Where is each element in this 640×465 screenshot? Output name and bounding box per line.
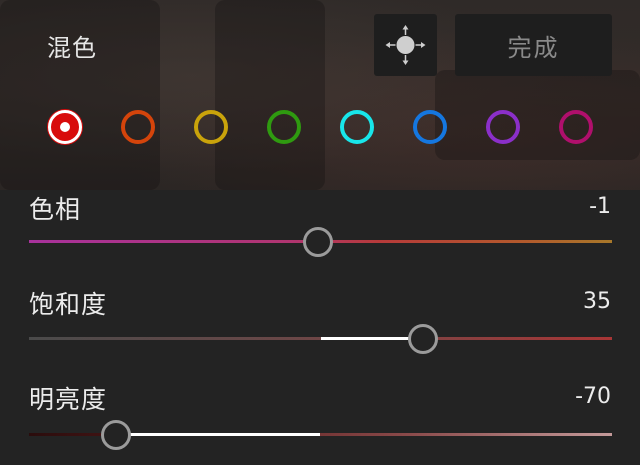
hue-label: 色相 [29, 195, 82, 224]
saturation-slider-thumb[interactable] [407, 324, 438, 354]
swatch-red[interactable] [48, 110, 82, 144]
swatch-purple[interactable] [486, 110, 520, 144]
swatch-green[interactable] [267, 110, 301, 144]
done-button[interactable]: 完成 [455, 14, 612, 76]
saturation-label: 饱和度 [29, 290, 108, 319]
target-adjust-button[interactable] [374, 14, 437, 76]
saturation-value: 35 [583, 289, 611, 314]
luminance-label: 明亮度 [29, 385, 108, 414]
hue-value: -1 [589, 194, 611, 219]
luminance-slider-fill [116, 433, 321, 436]
swatch-aqua[interactable] [340, 110, 374, 144]
swatch-yellow[interactable] [194, 110, 228, 144]
swatch-magenta[interactable] [559, 110, 593, 144]
swatch-orange[interactable] [121, 110, 155, 144]
luminance-slider-thumb[interactable] [101, 420, 132, 450]
saturation-slider-track[interactable] [29, 337, 612, 340]
panel-title: 混色 [47, 34, 97, 62]
luminance-value: -70 [575, 384, 611, 409]
swatch-blue[interactable] [413, 110, 447, 144]
target-move-icon [385, 25, 426, 65]
color-mix-panel: 混色 完成 色相 -1 饱和度 35 明亮度 -70 [0, 0, 640, 465]
hue-slider-thumb[interactable] [302, 227, 333, 257]
